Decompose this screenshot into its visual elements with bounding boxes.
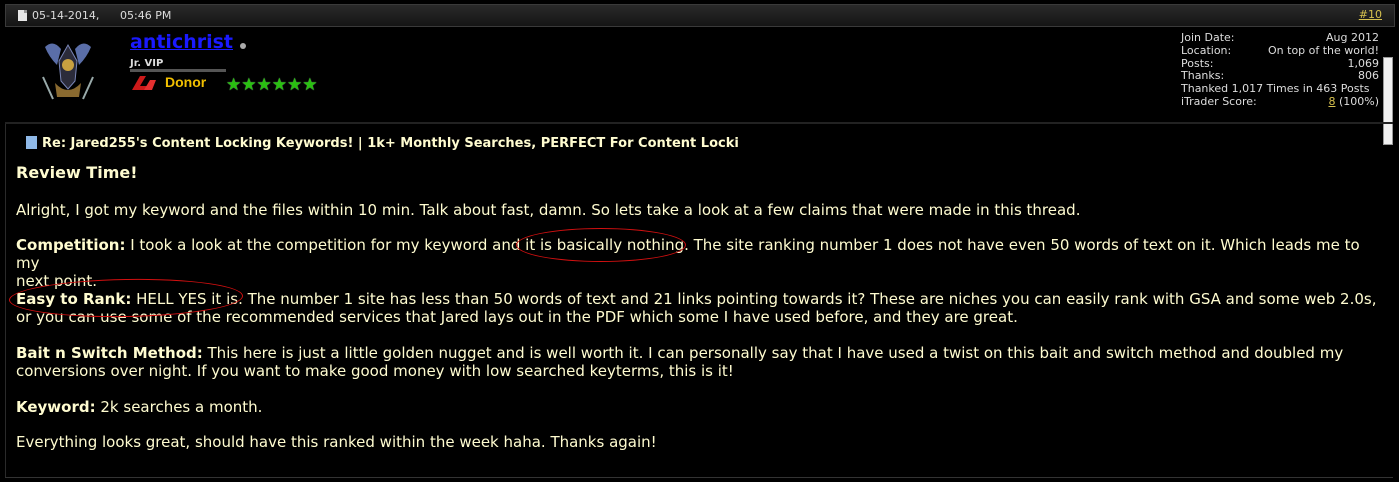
stat-location: Location: On top of the world!: [1181, 43, 1379, 57]
user-stats: Join Date: Aug 2012 Location: On top of …: [1181, 31, 1379, 109]
paragraph-bait-switch: Bait n Switch Method: This here is just …: [16, 344, 1344, 380]
paragraph-keyword: Keyword: 2k searches a month.: [16, 398, 263, 416]
stat-itrader: iTrader Score: 8 (100%): [1181, 94, 1379, 108]
post-time: 05:46 PM: [120, 9, 172, 22]
donor-label: Donor: [165, 74, 207, 90]
post-header: 05-14-2014, 05:46 PM #10: [5, 4, 1395, 27]
post-date: 05-14-2014,: [32, 9, 100, 22]
avatar[interactable]: [39, 37, 97, 105]
document-icon: [18, 10, 27, 21]
annotation-circle-competition: [516, 228, 686, 262]
online-status-icon: [240, 43, 246, 49]
post-bottom-border: [5, 477, 1393, 478]
post-number-link[interactable]: #10: [1359, 8, 1382, 21]
post-title: Re: Jared255's Content Locking Keywords!…: [26, 136, 739, 151]
donor-badge: Donor: [130, 72, 222, 92]
reputation-stars-icon: ★★★★★★: [226, 75, 318, 95]
review-heading: Review Time!: [16, 163, 138, 182]
paragraph-intro: Alright, I got my keyword and the files …: [16, 201, 1081, 219]
donor-logo-icon: [132, 76, 156, 90]
stat-join-date: Join Date: Aug 2012: [1181, 31, 1379, 44]
user-title: Jr. VIP: [130, 58, 164, 69]
paragraph-competition: Competition: I took a look at the compet…: [16, 236, 1360, 290]
paragraph-closing: Everything looks great, should have this…: [16, 433, 657, 451]
post-content: Re: Jared255's Content Locking Keywords!…: [5, 124, 1394, 477]
post-icon: [26, 136, 37, 149]
forum-post: 05-14-2014, 05:46 PM #10 antichrist Jr. …: [0, 0, 1399, 482]
username-link[interactable]: antichrist: [130, 31, 233, 53]
user-info-panel: antichrist Jr. VIP Donor ★★★★★★ Join Dat…: [5, 27, 1393, 145]
